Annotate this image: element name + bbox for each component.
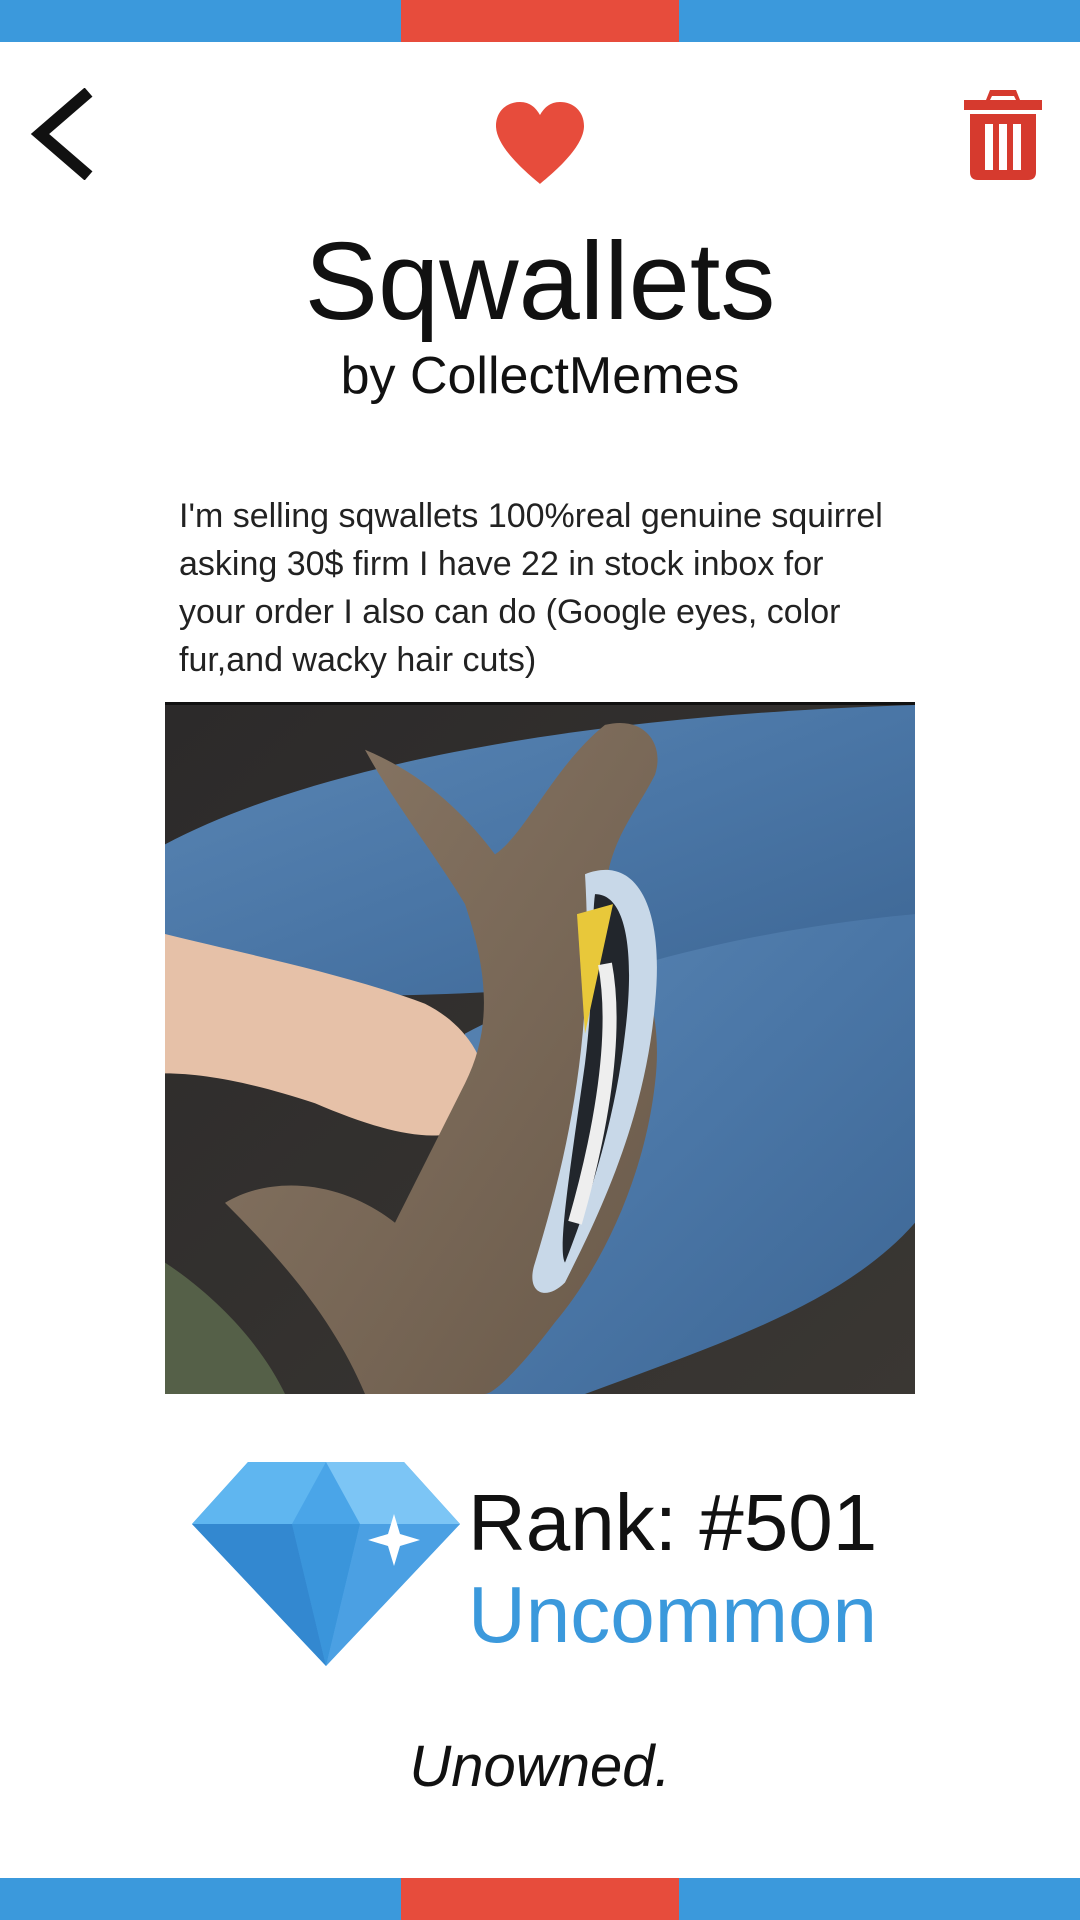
rank-label: Rank: #501 (468, 1478, 878, 1567)
favorite-button[interactable] (490, 98, 590, 190)
meme-photo (165, 702, 915, 1394)
top-color-band (0, 0, 1080, 42)
back-button[interactable] (28, 87, 98, 181)
rarity-tier: Uncommon (468, 1570, 878, 1659)
band-segment-red (401, 0, 679, 42)
trash-icon (964, 90, 1042, 180)
heart-icon (496, 102, 584, 184)
band-segment-blue (0, 0, 401, 42)
diamond-icon (192, 1462, 460, 1666)
band-segment-blue (0, 1878, 401, 1920)
band-segment-blue (679, 0, 1080, 42)
band-segment-red (401, 1878, 679, 1920)
meme-image: I'm selling sqwallets 100%real genuine s… (165, 474, 915, 1394)
meme-author: by CollectMemes (340, 347, 740, 405)
ownership-status: Unowned. (409, 1734, 671, 1799)
meme-caption: I'm selling sqwallets 100%real genuine s… (179, 497, 883, 679)
meme-title: Sqwallets (304, 220, 776, 343)
bottom-color-band (0, 1878, 1080, 1920)
delete-button[interactable] (958, 86, 1048, 182)
band-segment-blue (679, 1878, 1080, 1920)
chevron-left-icon (30, 87, 93, 181)
